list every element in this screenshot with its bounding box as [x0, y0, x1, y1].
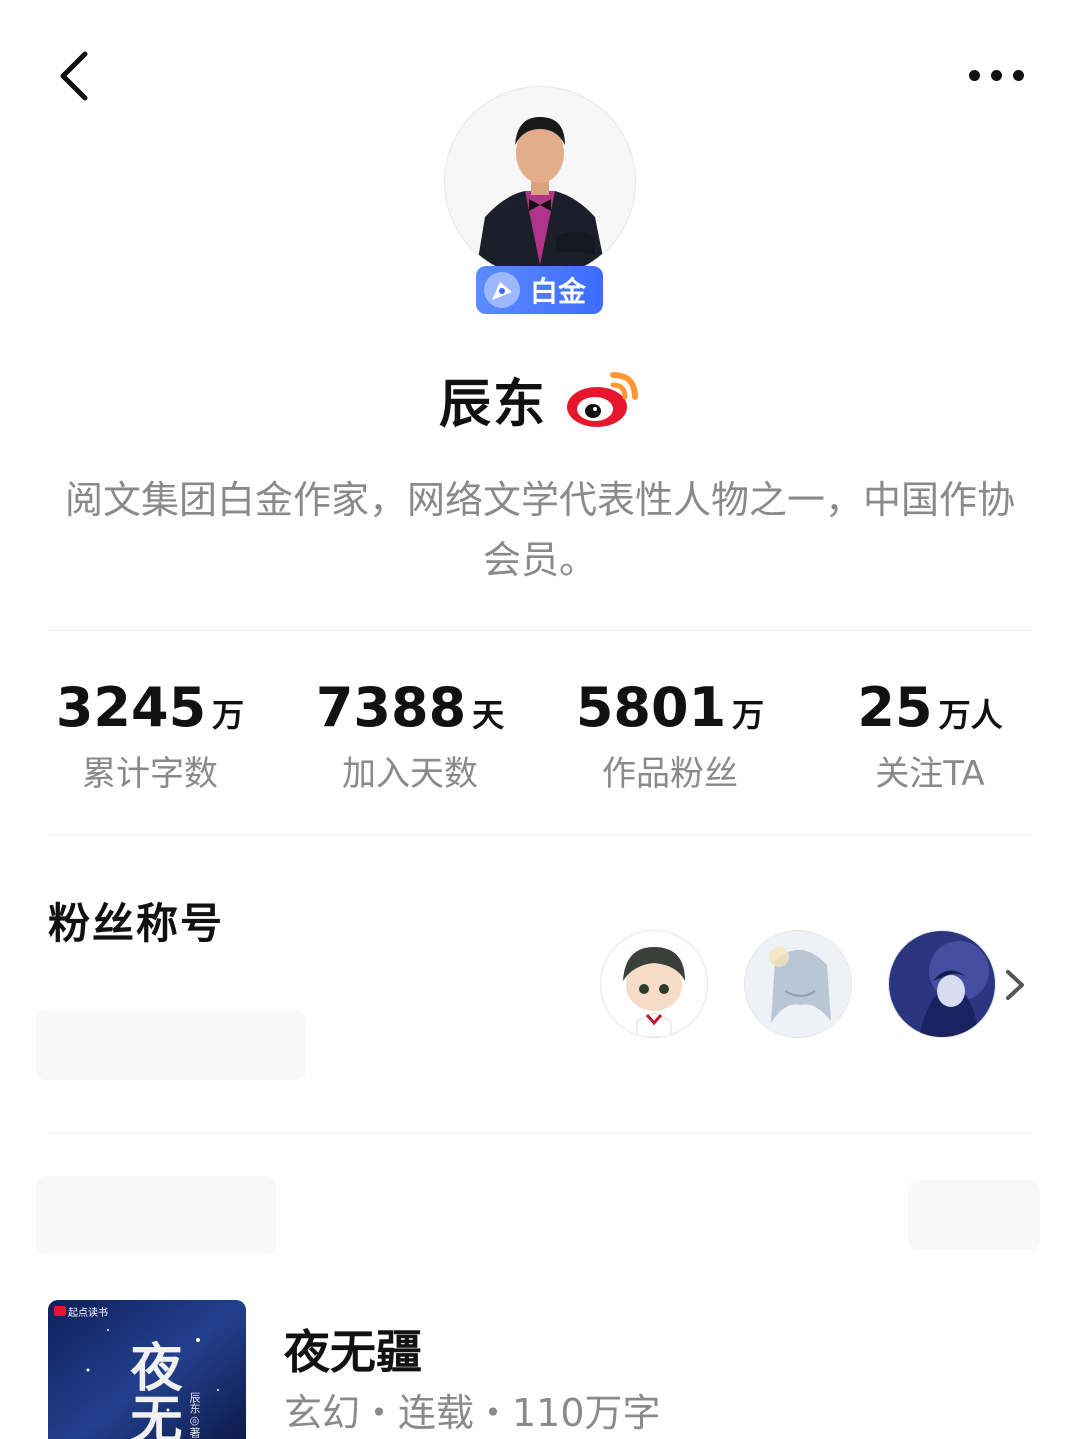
platinum-badge: 白金: [476, 266, 603, 314]
stat-value: 25: [857, 676, 933, 739]
chevron-right-icon[interactable]: [1000, 962, 1030, 1008]
stat-label: 关注TA: [875, 754, 985, 794]
stat-value: 7388: [315, 676, 467, 739]
stat-total-words[interactable]: 3245 万 累计字数: [20, 676, 280, 796]
more-button[interactable]: [956, 50, 1036, 100]
weibo-icon[interactable]: [565, 369, 641, 429]
stat-unit: 天: [472, 696, 505, 734]
stat-label: 作品粉丝: [602, 754, 738, 794]
divider: [48, 630, 1032, 631]
back-button[interactable]: [44, 44, 104, 108]
divider: [48, 1132, 1032, 1133]
author-profile-page: 白金 辰东 阅文集团白金作家，网络文学代表性人物之一，中国作协会员。 3245 万…: [0, 0, 1080, 1439]
author-avatar-block: 白金: [444, 86, 636, 314]
stat-unit: 万: [732, 696, 765, 734]
loading-placeholder: [908, 1180, 1040, 1250]
fan-avatar-image: [889, 931, 995, 1037]
fan-avatar-image: [745, 931, 851, 1037]
avatar-portrait: [445, 87, 635, 277]
book-title[interactable]: 夜无疆: [284, 1316, 422, 1382]
book-cover[interactable]: 起点读书 夜无 辰东◎著: [48, 1300, 246, 1439]
stat-label: 累计字数: [82, 754, 218, 794]
name-row: 辰东: [0, 364, 1080, 435]
loading-placeholder: [36, 1010, 306, 1080]
more-dot: [990, 69, 1002, 81]
stat-followers[interactable]: 25 万人 关注TA: [800, 676, 1060, 796]
pen-nib-icon: [484, 272, 520, 308]
stat-unit: 万: [212, 696, 245, 734]
book-cover-publisher: 起点读书: [68, 1308, 108, 1319]
stats-row: 3245 万 累计字数 7388 天 加入天数 5801 万 作品粉丝 25 万人 关注…: [20, 676, 1060, 796]
author-bio: 阅文集团白金作家，网络文学代表性人物之一，中国作协会员。: [64, 478, 1015, 582]
fan-titles-heading: 粉丝称号: [48, 899, 225, 948]
stat-work-fans[interactable]: 5801 万 作品粉丝: [540, 676, 800, 796]
avatar[interactable]: [444, 86, 636, 278]
fan-avatar-image: [601, 931, 707, 1037]
book-meta: 玄幻・连载・110万字: [284, 1391, 661, 1435]
stat-days-joined[interactable]: 7388 天 加入天数: [280, 676, 540, 796]
more-dot: [968, 69, 980, 81]
stat-label: 加入天数: [342, 754, 478, 794]
fan-avatar[interactable]: [600, 930, 708, 1038]
stat-value: 3245: [55, 676, 207, 739]
fan-avatar[interactable]: [744, 930, 852, 1038]
badge-label: 白金: [530, 275, 587, 308]
loading-placeholder: [36, 1176, 276, 1254]
chevron-left-icon: [60, 51, 88, 101]
fan-avatar[interactable]: [888, 930, 996, 1038]
book-cover-author: 辰东◎著: [188, 1392, 201, 1438]
book-cover-title: 夜无: [121, 1340, 182, 1439]
more-dot: [1012, 69, 1024, 81]
fan-avatars[interactable]: [600, 930, 996, 1038]
author-name: 辰东: [438, 374, 547, 435]
divider: [48, 835, 1032, 836]
stat-value: 5801: [575, 676, 727, 739]
stat-unit: 万人: [938, 696, 1003, 734]
